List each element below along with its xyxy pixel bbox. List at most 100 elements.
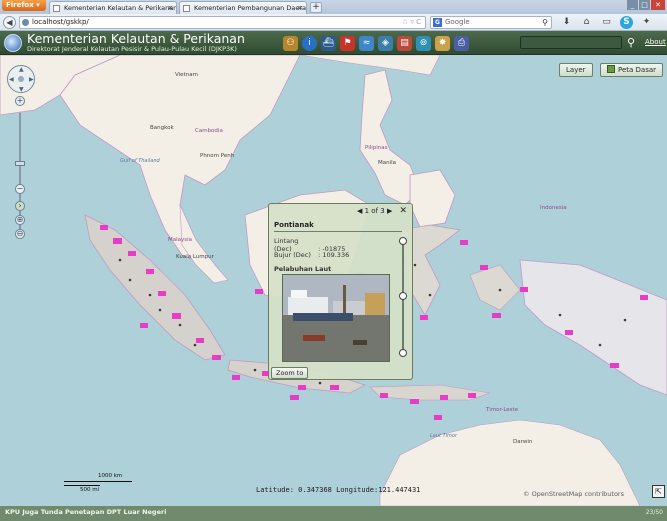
map-attribution[interactable]: © OpenStreetMap contributors [523,490,624,498]
zoom-extent-icon[interactable]: ⊖ [15,229,25,239]
about-link[interactable]: About [645,38,666,46]
wave-icon[interactable]: ≈ [359,36,374,51]
harbor-photo [282,274,390,362]
scale-mi: 500 mi [80,487,100,493]
url-bar[interactable]: localhost/gskkp/ ☆ ▿ C [19,16,426,29]
tab-label: Kementerian Pembangunan Daerah Tertingga… [194,4,307,12]
tab-kementerian-kelautan[interactable]: Kementerian Kelautan & Perikanan ✕ [49,1,177,14]
longitude-value: 121.447431 [378,486,421,494]
zoom-to-button[interactable]: Zoom to [271,367,309,379]
addons-icon[interactable]: ✦ [640,16,653,29]
overview-map-toggle-icon[interactable]: ⇱ [652,485,665,498]
popup-row: Bujur (Dec) : 109.336 [274,251,349,259]
popup-scrollbar[interactable] [399,237,407,357]
map-label-indonesia: Indonesia [540,205,567,211]
layer-button[interactable]: Layer [559,63,593,77]
link-icon[interactable]: ⊚ [416,36,431,51]
close-window-button[interactable]: ✕ [651,0,665,10]
mouse-position: Latitude: 0.347368 Longitude:121.447431 [256,486,420,494]
feature-popup: ◀ 1 of 3 ▶ ✕ Pontianak Lintang (Dec) : -… [268,203,413,380]
close-tab-icon[interactable]: ✕ [298,2,303,14]
news-counter: 23/50 [645,509,663,516]
pan-control[interactable]: ▲ ▼ ◀ ▶ [7,65,35,93]
favicon-icon [183,5,190,12]
basemap-button[interactable]: Peta Dasar [600,63,664,77]
back-button[interactable]: ◀ [3,16,16,29]
search-bar[interactable]: G Google ⚲ [430,16,552,29]
map-label-cambodia: Cambodia [195,128,223,134]
firefox-menu-button[interactable]: Firefox ▾ [2,0,46,11]
info-icon[interactable]: i [302,36,317,51]
flag-icon[interactable]: ⚑ [340,36,355,51]
pan-down-icon[interactable]: ▼ [19,86,24,93]
zoom-out-button[interactable]: − [15,184,25,194]
scroll-up-button[interactable] [399,237,407,245]
map-label-philippines: Pilipinas [365,145,388,151]
user-icon[interactable]: ⚇ [283,36,298,51]
home-icon[interactable]: ⌂ [580,16,593,29]
new-tab-button[interactable]: + [310,2,322,13]
popup-page-count: 1 of 3 [364,207,385,215]
restore-button[interactable]: □ [639,0,650,10]
latitude-value: 0.347368 [298,486,332,494]
scale-km: 1000 km [98,473,123,479]
map-label-phnom-penh: Phnom Penh [200,153,235,159]
row-value: : 109.336 [318,251,350,259]
bookmarks-icon[interactable]: ▭ [600,16,613,29]
site-identity-icon[interactable] [22,19,29,26]
bookmark-star-icon[interactable]: ☆ ▿ C [402,17,421,28]
news-headline[interactable]: KPU Juga Tunda Penetapan DPT Luar Negeri [5,508,166,516]
favicon-icon [53,5,60,12]
zoom-slider[interactable] [15,103,25,248]
search-icon[interactable]: ⚲ [624,35,638,50]
skype-icon[interactable]: S [620,16,633,29]
popup-title: Pontianak [274,221,314,229]
window-controls: _ □ ✕ [627,0,665,11]
map-label-malaysia: Malaysia [168,237,193,243]
ministry-logo-icon [4,34,22,52]
navigation-history-icon[interactable]: › [15,201,25,211]
pan-up-icon[interactable]: ▲ [19,66,24,73]
next-feature-button[interactable]: ▶ [387,207,392,215]
basemap-icon [607,65,615,73]
zoom-slider-handle[interactable] [15,161,25,166]
pan-center-icon[interactable] [18,76,24,82]
fish-icon[interactable]: ◈ [378,36,393,51]
minimize-button[interactable]: _ [627,0,638,10]
app-search-input[interactable] [520,36,622,49]
map-label-darwin: Darwin [513,439,533,445]
popup-pager: ◀ 1 of 3 ▶ [357,207,392,215]
app-header: Kementerian Kelautan & Perikanan Direkto… [0,31,667,55]
map-label-manila: Manila [378,160,397,166]
row-label: Bujur (Dec) [274,251,311,259]
zoom-box-icon[interactable]: ⊕ [15,215,25,225]
ship-icon[interactable]: ⛴ [321,36,336,51]
close-tab-icon[interactable]: ✕ [168,2,173,14]
tab-pembangunan-daerah[interactable]: Kementerian Pembangunan Daerah Tertingga… [179,1,307,14]
scroll-down-button[interactable] [399,349,407,357]
print-icon[interactable]: ⎙ [454,36,469,51]
longitude-label: Longitude: [336,486,379,494]
map-label-bangkok: Bangkok [150,125,174,131]
map-view[interactable]: Vietnam Bangkok Cambodia Phnom Penh Gulf… [0,55,667,506]
map-label-laut-timor: Laut Timor [430,433,457,439]
map-label-vietnam: Vietnam [175,72,198,78]
pan-right-icon[interactable]: ▶ [29,76,34,83]
scroll-thumb[interactable] [399,292,407,300]
pan-left-icon[interactable]: ◀ [9,76,14,83]
navigation-bar: ◀ localhost/gskkp/ ☆ ▿ C G Google ⚲ ⬇ ⌂ … [0,14,667,31]
map-label-gulf-of-thailand: Gulf of Thailand [120,158,160,164]
news-ticker: KPU Juga Tunda Penetapan DPT Luar Negeri… [0,506,667,521]
google-icon[interactable]: G [433,18,442,27]
download-icon[interactable]: ⬇ [560,16,573,29]
popup-close-button[interactable]: ✕ [399,206,407,216]
chart-icon[interactable]: ▤ [397,36,412,51]
app-toolbar: ⚇ i ⛴ ⚑ ≈ ◈ ▤ ⊚ ✸ ⎙ [283,36,469,51]
search-icon[interactable]: ⚲ [542,17,548,28]
map-icon[interactable]: ✸ [435,36,450,51]
map-label-timor-leste: Timor-Leste [486,407,519,413]
popup-section-title: Pelabuhan Laut [274,265,332,273]
prev-feature-button[interactable]: ◀ [357,207,362,215]
tab-bar: Firefox ▾ Kementerian Kelautan & Perikan… [0,0,667,14]
tab-label: Kementerian Kelautan & Perikanan [64,4,177,12]
